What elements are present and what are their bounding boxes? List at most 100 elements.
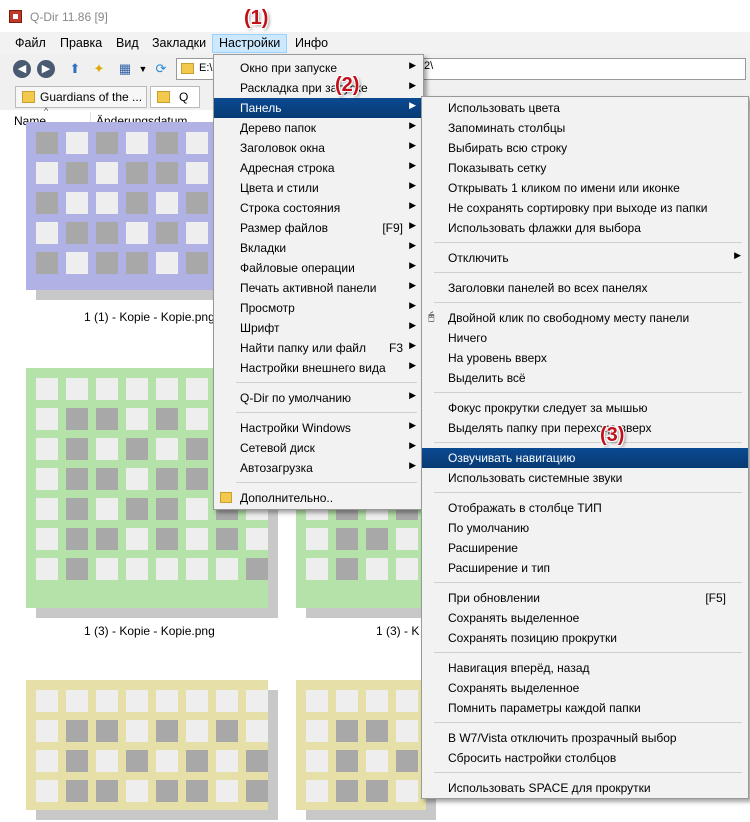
panel-submenu-item[interactable]: Сохранять позицию прокрутки	[422, 628, 748, 648]
panel-submenu-item[interactable]: Отключить ▶	[422, 248, 748, 268]
panel-submenu-item[interactable]: Использовать системные звуки	[422, 468, 748, 488]
menu-settings[interactable]: Настройки	[212, 34, 288, 53]
thumbnail-cell	[186, 192, 208, 214]
tab-guardians[interactable]: Guardians of the ...	[15, 86, 147, 108]
up-folder-icon[interactable]: ⬆	[66, 60, 84, 78]
thumbnail-cell	[96, 750, 118, 772]
panel-submenu-item[interactable]: Фокус прокрутки следует за мышью	[422, 398, 748, 418]
panel-submenu-item[interactable]: Выбирать всю строку	[422, 138, 748, 158]
view-dropdown-icon[interactable]: ▼	[134, 60, 152, 78]
thumbnail-cell	[156, 252, 178, 274]
menu-item-label: Автозагрузка	[240, 461, 313, 475]
panel-submenu-item[interactable]: Показывать сетку	[422, 158, 748, 178]
panel-submenu-item[interactable]: Использовать флажки для выбора	[422, 218, 748, 238]
settings-menu-item[interactable]: Q-Dir по умолчанию ▶	[214, 388, 423, 408]
settings-menu-item[interactable]: Окно при запуске ▶	[214, 58, 423, 78]
thumbnail-cell	[96, 468, 118, 490]
thumbnail-cell	[126, 558, 148, 580]
back-icon[interactable]: ◀	[13, 60, 31, 78]
thumbnail-cell	[66, 720, 88, 742]
settings-menu-item[interactable]: Дополнительно..	[214, 488, 423, 508]
panel-submenu-item[interactable]: Сохранять выделенное	[422, 608, 748, 628]
panel-submenu-item[interactable]: Не сохранять сортировку при выходе из па…	[422, 198, 748, 218]
image-thumbnail[interactable]	[296, 680, 438, 822]
thumbnail-cell	[246, 690, 268, 712]
menu-edit[interactable]: Правка	[54, 34, 108, 53]
panel-submenu-item[interactable]: 🖰 Двойной клик по свободному месту панели	[422, 308, 748, 328]
panel-submenu-item[interactable]: Использовать цвета	[422, 98, 748, 118]
tab-q[interactable]: Q	[150, 86, 200, 108]
panel-submenu-item[interactable]: Выделять папку при переходе вверх	[422, 418, 748, 438]
thumbnail-cell	[96, 438, 118, 460]
settings-menu-item[interactable]: Настройки Windows ▶	[214, 418, 423, 438]
file-caption[interactable]: 1 (1) - Kopie - Kopie.png	[84, 310, 215, 324]
thumbnail-cell	[36, 468, 58, 490]
settings-menu-item[interactable]: Просмотр ▶	[214, 298, 423, 318]
new-folder-icon[interactable]: ✦	[90, 60, 108, 78]
submenu-arrow-icon: ▶	[409, 220, 416, 230]
thumbnail-cell	[366, 780, 388, 802]
thumbnail-cell	[66, 750, 88, 772]
menu-item-label: Использовать цвета	[448, 101, 560, 115]
thumbnail-cell	[36, 132, 58, 154]
settings-menu-item[interactable]: Найти папку или файл F3 ▶	[214, 338, 423, 358]
panel-submenu-item[interactable]: Отображать в столбце ТИП	[422, 498, 748, 518]
submenu-arrow-icon: ▶	[409, 160, 416, 170]
panel-submenu-item[interactable]: Расширение	[422, 538, 748, 558]
menu-view[interactable]: Вид	[110, 34, 145, 53]
settings-menu-item[interactable]: Автозагрузка ▶	[214, 458, 423, 478]
thumbnail-cell	[186, 690, 208, 712]
menu-bookmarks[interactable]: Закладки	[146, 34, 212, 53]
settings-menu-item[interactable]: Дерево папок ▶	[214, 118, 423, 138]
settings-menu-item[interactable]: Вкладки ▶	[214, 238, 423, 258]
thumbnail-cell	[66, 528, 88, 550]
settings-menu-item[interactable]: Файловые операции ▶	[214, 258, 423, 278]
tab-label: Q	[179, 90, 189, 104]
file-caption[interactable]: 1 (3) - Kopie - Kopie.png	[84, 624, 215, 638]
panel-submenu-item[interactable]: Навигация вперёд, назад	[422, 658, 748, 678]
panel-submenu-item[interactable]: Озвучивать навигацию	[422, 448, 748, 468]
thumbnail-cell	[156, 498, 178, 520]
settings-menu-item[interactable]: Размер файлов [F9] ▶	[214, 218, 423, 238]
submenu-arrow-icon: ▶	[409, 320, 416, 330]
menu-item-label: Заголовок окна	[240, 141, 325, 155]
menu-item-label: Панель	[240, 101, 282, 115]
panel-submenu-item[interactable]: По умолчанию	[422, 518, 748, 538]
image-thumbnail[interactable]	[26, 680, 280, 822]
panel-submenu-item[interactable]: Заголовки панелей во всех панелях	[422, 278, 748, 298]
settings-menu-item[interactable]: Шрифт ▶	[214, 318, 423, 338]
menu-item-label: Печать активной панели	[240, 281, 377, 295]
panel-submenu-item[interactable]: Запоминать столбцы	[422, 118, 748, 138]
submenu-arrow-icon: ▶	[409, 300, 416, 310]
settings-menu-item[interactable]: Раскладка при запуске ▶	[214, 78, 423, 98]
forward-icon[interactable]: ▶	[37, 60, 55, 78]
thumbnail-cell	[246, 528, 268, 550]
settings-menu-item[interactable]: Строка состояния ▶	[214, 198, 423, 218]
panel-submenu-item[interactable]: Сохранять выделенное	[422, 678, 748, 698]
panel-submenu-item[interactable]: Ничего	[422, 328, 748, 348]
settings-menu-item[interactable]: Настройки внешнего вида ▶	[214, 358, 423, 378]
menu-file[interactable]: Файл	[9, 34, 52, 53]
submenu-arrow-icon: ▶	[409, 80, 416, 90]
view-icon[interactable]: ▦	[116, 60, 134, 78]
panel-submenu-item[interactable]: Расширение и тип	[422, 558, 748, 578]
panel-submenu-item[interactable]: В W7/Vista отключить прозрачный выбор	[422, 728, 748, 748]
panel-submenu-item[interactable]: Помнить параметры каждой папки	[422, 698, 748, 718]
panel-submenu-item[interactable]: При обновлении [F5]	[422, 588, 748, 608]
refresh-icon[interactable]: ⟳	[152, 60, 170, 78]
panel-submenu-item[interactable]: На уровень вверх	[422, 348, 748, 368]
panel-submenu-item[interactable]: Использовать SPACE для прокрутки	[422, 778, 748, 798]
settings-menu-item[interactable]: Панель ▶	[214, 98, 423, 118]
thumbnail-cell	[156, 162, 178, 184]
settings-menu-item[interactable]: Печать активной панели ▶	[214, 278, 423, 298]
panel-submenu-item[interactable]: Сбросить настройки столбцов	[422, 748, 748, 768]
settings-menu-item[interactable]: Адресная строка ▶	[214, 158, 423, 178]
menu-info[interactable]: Инфо	[289, 34, 334, 53]
panel-submenu-item[interactable]: Открывать 1 кликом по имени или иконке	[422, 178, 748, 198]
settings-menu-item[interactable]: Цвета и стили ▶	[214, 178, 423, 198]
file-caption[interactable]: 1 (3) - K	[376, 624, 419, 638]
settings-menu-item[interactable]: Заголовок окна ▶	[214, 138, 423, 158]
panel-submenu-item[interactable]: Выделить всё	[422, 368, 748, 388]
thumbnail-cell	[96, 498, 118, 520]
settings-menu-item[interactable]: Сетевой диск ▶	[214, 438, 423, 458]
